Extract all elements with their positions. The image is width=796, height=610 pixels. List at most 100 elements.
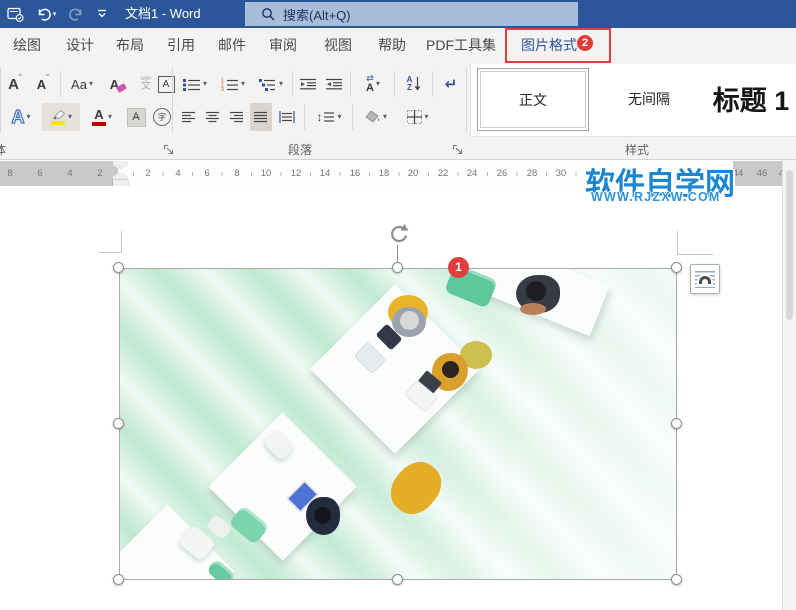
- resize-handle-top-left[interactable]: [113, 262, 124, 273]
- style-normal[interactable]: 正文: [477, 68, 589, 131]
- font-color-bar: [91, 122, 106, 126]
- tab-draw[interactable]: 绘图: [13, 28, 41, 63]
- margin-corner-mark: [121, 231, 122, 253]
- decrease-indent-button[interactable]: [296, 70, 320, 98]
- save-icon[interactable]: [4, 3, 26, 25]
- decrease-indent-icon: [299, 78, 316, 90]
- resize-handle-middle-left[interactable]: [113, 418, 124, 429]
- tab-pdf-tools[interactable]: PDF工具集: [426, 28, 496, 63]
- grow-font-button[interactable]: Aˆ: [2, 70, 28, 98]
- borders-button[interactable]: ▾: [400, 103, 436, 131]
- resize-handle-bottom-right[interactable]: [671, 574, 682, 585]
- separator: [304, 104, 305, 130]
- svg-text:3: 3: [221, 87, 224, 91]
- separator: [352, 104, 353, 130]
- paint-bucket-icon: [365, 110, 380, 123]
- search-icon: [261, 7, 275, 21]
- rotate-handle[interactable]: [386, 221, 411, 251]
- ruler-number: 18: [376, 167, 392, 179]
- show-hide-marks-button[interactable]: ↵: [438, 70, 464, 98]
- enclose-characters-button[interactable]: 字: [151, 103, 173, 131]
- scrollbar-thumb[interactable]: [786, 170, 793, 320]
- customize-quick-access-icon[interactable]: [92, 3, 112, 25]
- document-image[interactable]: [119, 268, 677, 580]
- resize-handle-top-right[interactable]: [671, 262, 682, 273]
- asian-layout-button[interactable]: ⇄ A ▾: [354, 70, 392, 98]
- photo-person-head: [442, 361, 459, 378]
- ribbon-tab-bar: 绘图 设计 布局 引用 邮件 审阅 视图 帮助 PDF工具集 图片格式: [0, 28, 796, 63]
- distribute-button[interactable]: [274, 103, 300, 131]
- shrink-font-button[interactable]: Aˇ: [30, 70, 56, 98]
- search-input[interactable]: 搜索(Alt+Q): [245, 2, 578, 26]
- change-case-button[interactable]: Aa ▾: [64, 70, 100, 98]
- ruler-number: 4: [173, 167, 183, 179]
- font-dialog-launcher[interactable]: [163, 143, 175, 155]
- text-effects-button[interactable]: A ▾: [4, 103, 38, 131]
- tab-mailings[interactable]: 邮件: [218, 28, 246, 63]
- styles-group-label: 样式: [624, 143, 650, 157]
- ruler-number: 14: [317, 167, 333, 179]
- numbering-button[interactable]: 1 2 3 ▾: [216, 70, 250, 98]
- ruler-number: 28: [524, 167, 540, 179]
- shading-button[interactable]: ▾: [358, 103, 394, 131]
- justify-button[interactable]: [250, 103, 272, 131]
- sort-button[interactable]: A Z: [399, 70, 429, 98]
- group-separator: [0, 68, 1, 132]
- undo-button[interactable]: ▾: [32, 3, 60, 25]
- character-shading-button[interactable]: A: [124, 103, 148, 131]
- resize-handle-middle-right[interactable]: [671, 418, 682, 429]
- margin-corner-mark: [677, 254, 713, 255]
- layout-options-icon: [695, 270, 715, 288]
- title-bar: ▾ 文档1 - Word 搜索(Alt+Q): [0, 0, 796, 28]
- resize-handle-bottom-left[interactable]: [113, 574, 124, 585]
- align-left-button[interactable]: [178, 103, 200, 131]
- bullets-icon: [182, 78, 200, 91]
- photo-person-head: [314, 507, 331, 524]
- style-no-spacing[interactable]: 无间隔: [599, 68, 699, 129]
- font-color-button[interactable]: A ▾: [84, 103, 120, 131]
- align-center-button[interactable]: [202, 103, 224, 131]
- bullets-button[interactable]: ▾: [178, 70, 212, 98]
- tab-view[interactable]: 视图: [324, 28, 352, 63]
- tab-layout[interactable]: 布局: [116, 28, 144, 63]
- undo-chevron-icon[interactable]: ▾: [53, 10, 57, 18]
- tab-review[interactable]: 审阅: [269, 28, 297, 63]
- character-border-button[interactable]: A: [156, 70, 176, 98]
- group-separator: [466, 68, 467, 132]
- ruler-number: 46: [756, 167, 768, 179]
- ruler-number: 2: [143, 167, 153, 179]
- window-title: 文档1 - Word: [125, 6, 201, 21]
- annotation-step-badge-1: 1: [448, 257, 469, 278]
- text-highlight-color-button[interactable]: ▾: [42, 103, 80, 131]
- ruler-number: 16: [347, 167, 363, 179]
- multilevel-list-button[interactable]: ▾: [254, 70, 288, 98]
- clear-formatting-button[interactable]: A: [104, 70, 132, 98]
- tab-references[interactable]: 引用: [167, 28, 195, 63]
- ruler-number: 22: [435, 167, 451, 179]
- resize-handle-bottom-center[interactable]: [392, 574, 403, 585]
- vertical-scrollbar[interactable]: [782, 160, 796, 610]
- ruler-number: 26: [494, 167, 510, 179]
- ruler-number: 8: [232, 167, 242, 179]
- tab-design[interactable]: 设计: [66, 28, 94, 63]
- ruler-number: 12: [288, 167, 304, 179]
- tab-picture-format[interactable]: 图片格式: [521, 28, 577, 63]
- ribbon: Aˆ Aˇ Aa ▾ A wén 文 A A ▾ ▾ A ▾ A 字 体 ▾ 1…: [0, 63, 796, 160]
- increase-indent-icon: [325, 78, 342, 90]
- paragraph-dialog-launcher[interactable]: [452, 143, 464, 155]
- style-heading-1[interactable]: 标题 1: [705, 64, 796, 132]
- highlight-color-bar: [50, 121, 65, 125]
- photo-person-head: [526, 281, 546, 301]
- increase-indent-button[interactable]: [322, 70, 346, 98]
- site-watermark-url: WWW.RJZXW.COM: [591, 190, 721, 204]
- align-right-button[interactable]: [226, 103, 248, 131]
- separator: [432, 71, 433, 97]
- group-separator: [172, 68, 173, 132]
- ruler-number: 24: [464, 167, 480, 179]
- resize-handle-top-center[interactable]: [392, 262, 403, 273]
- redo-button: [64, 3, 88, 25]
- layout-options-button[interactable]: [690, 264, 720, 294]
- line-spacing-button[interactable]: ↕ ▾: [310, 103, 348, 131]
- tab-help[interactable]: 帮助: [378, 28, 406, 63]
- separator: [292, 71, 293, 97]
